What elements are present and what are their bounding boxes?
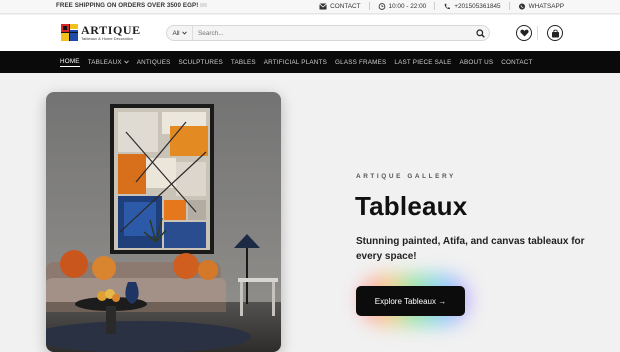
promo-badge-icon	[200, 3, 208, 8]
hero-eyebrow: ARTIQUE GALLERY	[356, 173, 456, 180]
envelope-icon	[319, 3, 327, 9]
search-category-select[interactable]: All	[167, 26, 193, 40]
wishlist-button[interactable]	[516, 25, 532, 41]
divider	[434, 2, 436, 10]
top-bar: FREE SHIPPING ON ORDERS OVER 3500 EGP! C…	[0, 0, 620, 14]
hours-label: 10:00 - 22:00	[388, 2, 427, 10]
hero-image	[46, 92, 281, 352]
top-bar-links: CONTACT 10:00 - 22:00 +201505361845 WHAT…	[319, 2, 564, 10]
nav-item-artificial-plants[interactable]: ARTIFICIAL PLANTS	[260, 59, 331, 66]
hero-section: ARTIQUE GALLERY Tableaux Stunning painte…	[0, 73, 620, 352]
nav-item-antiques[interactable]: ANTIQUES	[133, 59, 175, 66]
main-nav: HOME TABLEAUX ANTIQUES SCULPTURES TABLES…	[0, 51, 620, 73]
shipping-promo-text: FREE SHIPPING ON ORDERS OVER 3500 EGP!	[56, 2, 199, 9]
nav-item-label: TABLEAUX	[87, 58, 122, 66]
nav-item-label: HOME	[60, 57, 80, 67]
search-input[interactable]	[193, 26, 471, 40]
clock-icon	[378, 2, 385, 10]
whatsapp-label: WHATSAPP	[528, 2, 564, 10]
hours-info: 10:00 - 22:00	[378, 2, 427, 10]
nav-item-contact[interactable]: CONTACT	[497, 59, 536, 66]
shopping-bag-icon	[551, 29, 559, 37]
nav-item-sculptures[interactable]: SCULPTURES	[175, 59, 227, 66]
contact-link[interactable]: CONTACT	[319, 2, 361, 10]
living-room-illustration	[46, 92, 281, 352]
heart-icon	[519, 29, 529, 37]
cart-button[interactable]	[547, 25, 563, 41]
hero-title: Tableaux	[355, 191, 468, 221]
phone-icon	[444, 3, 451, 9]
nav-item-label: CONTACT	[501, 58, 533, 66]
whatsapp-icon	[518, 2, 525, 10]
header-divider	[537, 26, 538, 40]
nav-item-label: ARTIFICIAL PLANTS	[263, 58, 328, 66]
chevron-down-icon	[181, 31, 187, 35]
nav-item-home[interactable]: HOME	[56, 58, 84, 67]
site-logo[interactable]: ARTIQUE Tableaux & Home Decoration	[60, 22, 140, 44]
nav-item-label: TABLES	[230, 58, 256, 66]
nav-list: HOME TABLEAUX ANTIQUES SCULPTURES TABLES…	[56, 51, 537, 73]
hero-description: Stunning painted, Atifa, and canvas tabl…	[356, 236, 585, 262]
logo-mark-icon	[60, 23, 79, 42]
nav-item-last-piece-sale[interactable]: LAST PIECE SALE	[390, 59, 455, 66]
divider	[368, 2, 370, 10]
nav-item-label: ANTIQUES	[136, 58, 171, 66]
nav-item-label: SCULPTURES	[178, 58, 223, 66]
cta-label: Explore Tableaux →	[374, 296, 447, 306]
nav-item-label: ABOUT US	[459, 58, 494, 66]
nav-item-tableaux[interactable]: TABLEAUX	[84, 59, 133, 66]
shipping-promo: FREE SHIPPING ON ORDERS OVER 3500 EGP!	[56, 2, 208, 9]
nav-item-about-us[interactable]: ABOUT US	[456, 59, 498, 66]
site-header: ARTIQUE Tableaux & Home Decoration All	[0, 15, 620, 51]
explore-tableaux-button[interactable]: Explore Tableaux →	[356, 286, 465, 316]
nav-item-label: GLASS FRAMES	[335, 58, 387, 66]
search-bar: All	[166, 25, 490, 41]
phone-label: +201505361845	[454, 2, 501, 10]
contact-label: CONTACT	[330, 2, 361, 10]
nav-item-glass-frames[interactable]: GLASS FRAMES	[331, 59, 390, 66]
divider	[508, 2, 510, 10]
logo-tagline: Tableaux & Home Decoration	[81, 36, 134, 41]
nav-item-tables[interactable]: TABLES	[227, 59, 260, 66]
chevron-down-icon	[123, 60, 129, 64]
whatsapp-link[interactable]: WHATSAPP	[518, 3, 564, 10]
phone-link[interactable]: +201505361845	[443, 2, 501, 10]
search-button[interactable]	[471, 26, 489, 40]
search-icon	[475, 28, 485, 38]
search-category-value: All	[172, 29, 180, 37]
nav-item-label: LAST PIECE SALE	[394, 58, 452, 66]
